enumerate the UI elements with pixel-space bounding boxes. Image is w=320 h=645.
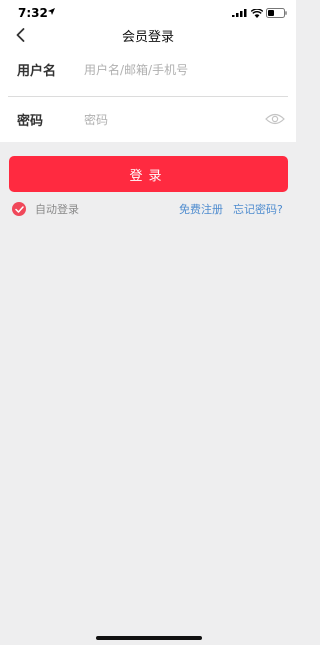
home-indicator[interactable] [96, 636, 202, 640]
checkmark-icon [12, 202, 26, 216]
password-input[interactable] [84, 109, 264, 131]
password-row: 密码 [0, 96, 296, 144]
nav-bar: 会员登录 [0, 24, 296, 46]
password-label: 密码 [17, 114, 44, 129]
status-bar: 7:32 [0, 0, 296, 24]
status-time: 7:32 [18, 6, 48, 20]
register-link[interactable]: 免费注册 [179, 201, 223, 217]
username-input[interactable] [84, 59, 264, 81]
username-row: 用户名 [0, 46, 296, 94]
signal-icon [232, 9, 247, 17]
login-button[interactable]: 登录 [9, 156, 288, 192]
wifi-icon [251, 9, 263, 18]
username-label: 用户名 [17, 64, 57, 79]
auto-login-checkbox[interactable]: 自动登录 [12, 201, 79, 217]
battery-icon [266, 8, 287, 18]
location-arrow-icon [48, 8, 55, 15]
page-title: 会员登录 [121, 30, 174, 45]
login-form: 用户名 密码 [0, 46, 296, 142]
eye-icon[interactable] [265, 112, 285, 126]
auto-login-label: 自动登录 [35, 203, 79, 216]
forgot-password-link[interactable]: 忘记密码? [233, 201, 283, 217]
